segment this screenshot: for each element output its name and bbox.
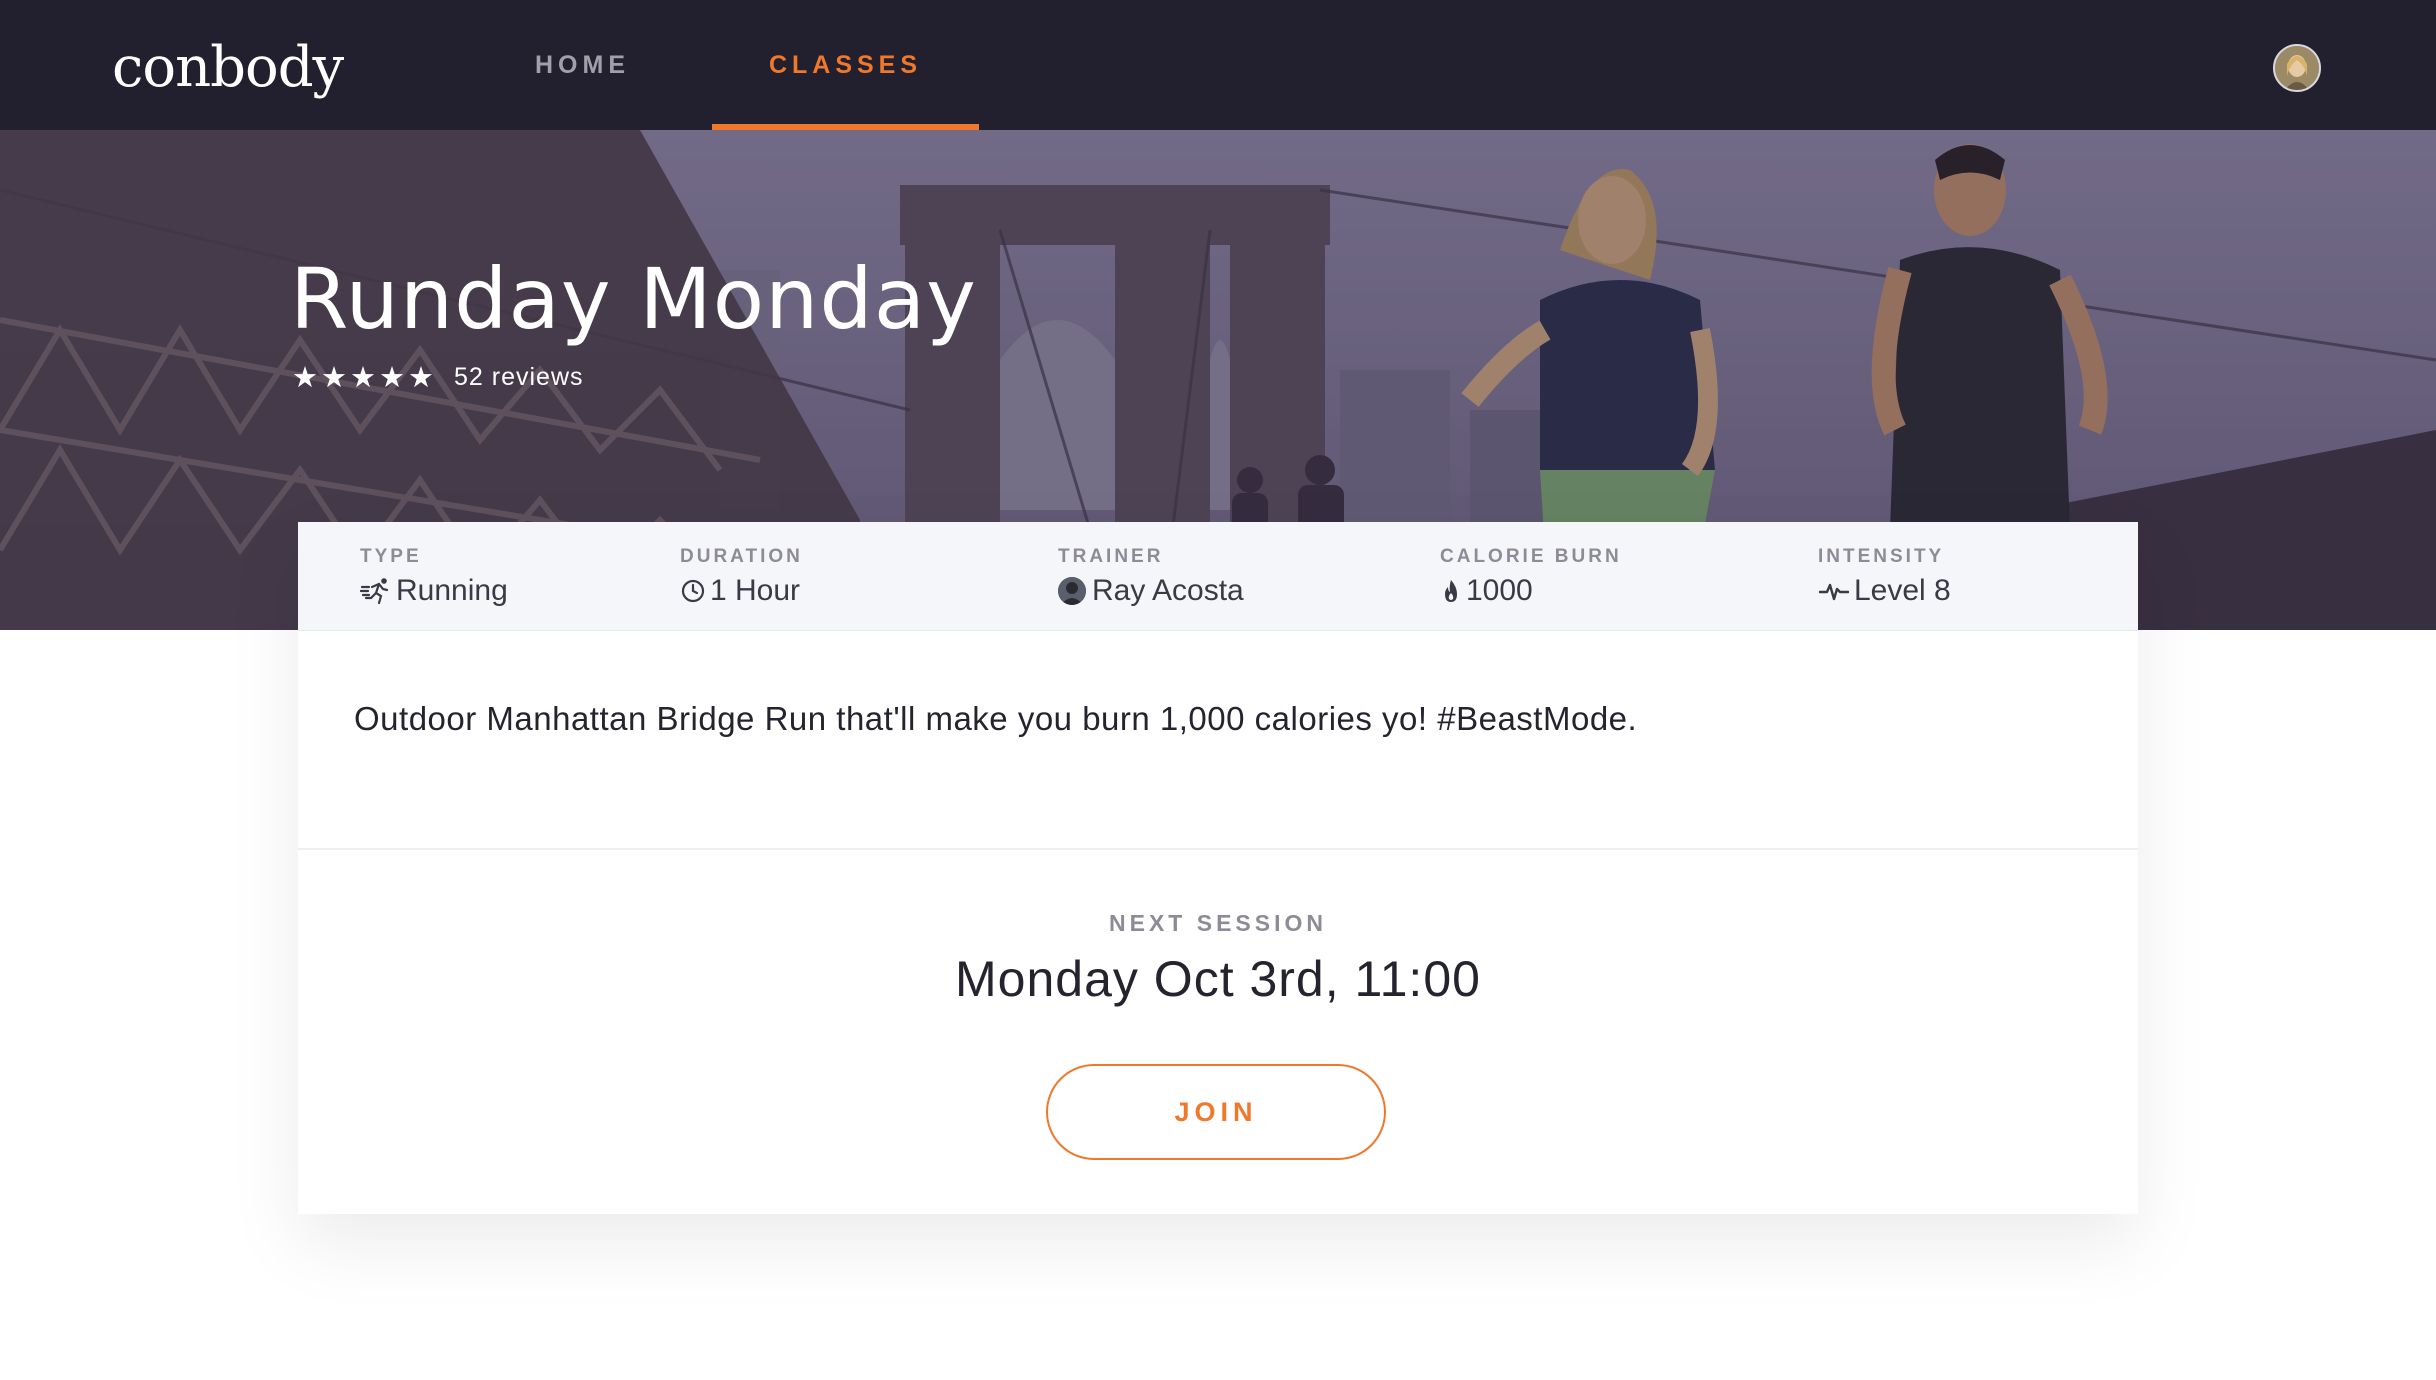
trainer-avatar[interactable] bbox=[1058, 577, 1086, 605]
pulse-icon bbox=[1818, 575, 1850, 607]
class-details-card: TYPE Running DURATION 1 Hour TRAINER Ray… bbox=[298, 522, 2138, 1214]
star-icon: ★ bbox=[379, 360, 405, 394]
user-avatar-image bbox=[2275, 46, 2319, 90]
flame-icon bbox=[1440, 575, 1462, 607]
meta-calories: CALORIE BURN 1000 bbox=[1440, 546, 1622, 608]
meta-trainer-label: TRAINER bbox=[1058, 546, 1164, 567]
meta-type-label: TYPE bbox=[360, 546, 422, 567]
runner-icon bbox=[360, 575, 392, 607]
next-session-date: Monday Oct 3rd, 11:00 bbox=[955, 951, 1481, 1007]
star-rating: ★ ★ ★ ★ ★ bbox=[292, 362, 434, 392]
meta-trainer: TRAINER Ray Acosta bbox=[1058, 546, 1244, 608]
meta-duration-label: DURATION bbox=[680, 546, 803, 567]
user-avatar[interactable] bbox=[2273, 44, 2321, 92]
logo-text: conbody bbox=[112, 35, 344, 100]
class-description: Outdoor Manhattan Bridge Run that'll mak… bbox=[354, 700, 1638, 737]
clock-icon bbox=[680, 575, 706, 607]
nav-home-link[interactable]: HOME bbox=[510, 0, 655, 130]
star-icon: ★ bbox=[350, 360, 376, 394]
meta-type: TYPE Running bbox=[360, 546, 508, 608]
section-divider bbox=[298, 848, 2138, 850]
meta-trainer-value[interactable]: Ray Acosta bbox=[1092, 574, 1244, 608]
meta-type-value: Running bbox=[396, 574, 508, 607]
class-title: Runday Monday bbox=[290, 250, 977, 348]
meta-duration-value: 1 Hour bbox=[710, 574, 801, 607]
meta-intensity-value: Level 8 bbox=[1854, 574, 1951, 607]
next-session-label: NEXT SESSION bbox=[1109, 910, 1327, 936]
reviews-count[interactable]: 52 reviews bbox=[454, 363, 584, 392]
meta-intensity-label: INTENSITY bbox=[1818, 546, 1945, 567]
meta-calories-value: 1000 bbox=[1466, 574, 1533, 607]
star-icon: ★ bbox=[321, 360, 347, 394]
conbody-logo[interactable]: conbody bbox=[112, 28, 344, 108]
class-meta-bar: TYPE Running DURATION 1 Hour TRAINER Ray… bbox=[298, 522, 2138, 631]
nav-classes-link[interactable]: CLASSES bbox=[712, 0, 979, 130]
meta-calories-label: CALORIE BURN bbox=[1440, 546, 1622, 567]
star-icon: ★ bbox=[408, 360, 434, 394]
meta-duration: DURATION 1 Hour bbox=[680, 546, 803, 608]
join-button[interactable]: JOIN bbox=[1046, 1064, 1386, 1160]
rating-row[interactable]: ★ ★ ★ ★ ★ 52 reviews bbox=[292, 362, 584, 392]
top-navbar: conbody HOME CLASSES bbox=[0, 0, 2436, 130]
meta-intensity: INTENSITY Level 8 bbox=[1818, 546, 1951, 608]
star-icon: ★ bbox=[292, 360, 318, 394]
